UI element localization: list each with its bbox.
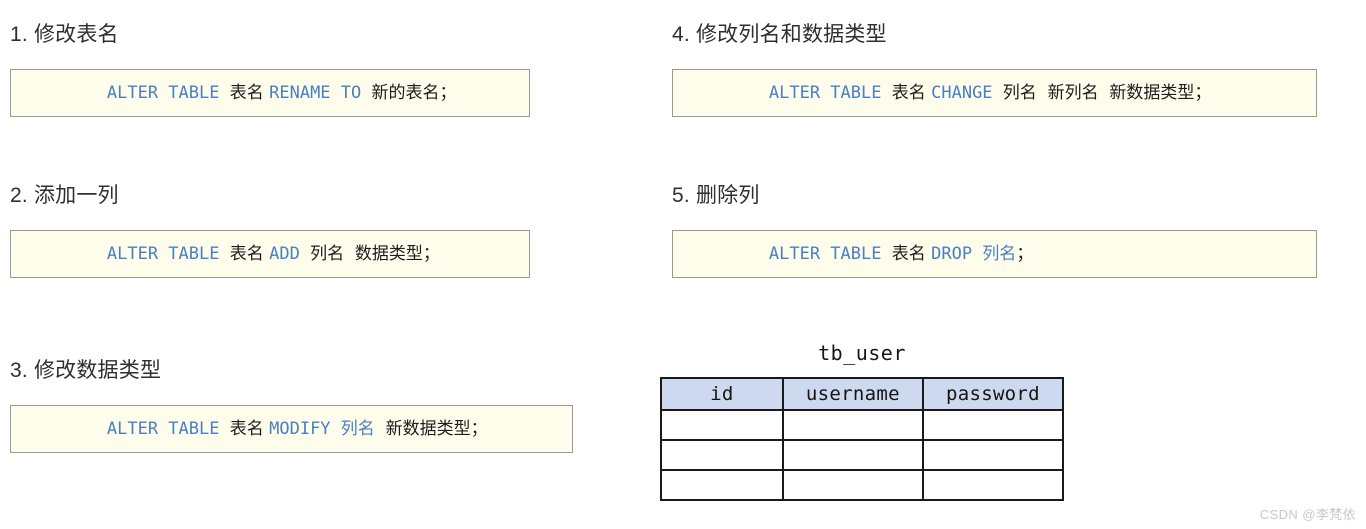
watermark-credit: CSDN @李梵依 — [1259, 507, 1356, 522]
section-add-column: 2. 添加一列 ALTER TABLE 表名 ADD 列名 数据类型； — [10, 183, 530, 278]
table-row — [660, 409, 1065, 441]
section-rename-table: 1. 修改表名 ALTER TABLE 表名 RENAME TO 新的表名； — [10, 22, 530, 117]
code-token-keyword: ALTER TABLE — [768, 244, 892, 264]
code-token-keyword: ALTER TABLE — [768, 83, 892, 103]
table-cell — [781, 469, 924, 501]
code-token-column-name: 列名 — [340, 419, 381, 439]
code-token-column-name: 列名 — [982, 244, 1017, 264]
table-figure-tb-user: tb_user id username password — [660, 341, 1065, 501]
table-cell — [921, 439, 1065, 471]
table-column-header-password: password — [921, 377, 1065, 411]
code-line: ALTER TABLE 表名 MODIFY 列名 新数据类型； — [25, 399, 488, 459]
section-drop-column: 5. 删除列 ALTER TABLE 表名 DROP 列名； — [672, 183, 1317, 278]
code-token-keyword: MODIFY — [269, 419, 341, 439]
table-cell — [781, 409, 924, 441]
table-cell — [660, 409, 784, 441]
code-token-keyword: ALTER TABLE — [106, 244, 230, 264]
section-title: 2. 添加一列 — [10, 184, 119, 207]
code-token-new-datatype: 新数据类型； — [380, 419, 488, 439]
code-token-column-datatype: 列名 数据类型； — [310, 244, 440, 264]
table-cell — [921, 469, 1065, 501]
table-cell — [781, 439, 924, 471]
code-token-table-name: 表名 — [891, 244, 932, 264]
code-token-new-table-name: 新的表名； — [371, 83, 457, 103]
table-cell — [921, 409, 1065, 441]
code-token-terminator: ； — [1016, 244, 1034, 264]
code-token-keyword: DROP — [931, 244, 983, 264]
section-title: 4. 修改列名和数据类型 — [672, 23, 887, 46]
table-cell — [660, 469, 784, 501]
table-row — [660, 439, 1065, 471]
code-token-keyword: ALTER TABLE — [106, 419, 230, 439]
code-block-change-column: ALTER TABLE 表名 CHANGE 列名 新列名 新数据类型； — [672, 69, 1317, 117]
code-token-column-new-datatype: 列名 新列名 新数据类型； — [1002, 83, 1212, 103]
section-title: 1. 修改表名 — [10, 23, 119, 46]
code-block-add-column: ALTER TABLE 表名 ADD 列名 数据类型； — [10, 230, 530, 278]
table-row — [660, 469, 1065, 501]
code-token-table-name: 表名 — [229, 83, 270, 103]
code-token-keyword: RENAME TO — [269, 83, 372, 103]
table-column-header-username: username — [781, 377, 924, 411]
code-token-table-name: 表名 — [229, 244, 270, 264]
section-title: 3. 修改数据类型 — [10, 359, 162, 382]
code-token-table-name: 表名 — [891, 83, 932, 103]
table-header-row: id username password — [660, 377, 1065, 411]
code-line: ALTER TABLE 表名 CHANGE 列名 新列名 新数据类型； — [687, 63, 1212, 123]
table-cell — [660, 439, 784, 471]
code-line: ALTER TABLE 表名 ADD 列名 数据类型； — [25, 224, 440, 284]
code-block-rename-table: ALTER TABLE 表名 RENAME TO 新的表名； — [10, 69, 530, 117]
table-caption: tb_user — [818, 341, 906, 365]
code-block-modify-datatype: ALTER TABLE 表名 MODIFY 列名 新数据类型； — [10, 405, 573, 453]
section-change-column: 4. 修改列名和数据类型 ALTER TABLE 表名 CHANGE 列名 新列… — [672, 22, 1317, 117]
section-title: 5. 删除列 — [672, 184, 760, 207]
code-token-keyword: ADD — [269, 244, 311, 264]
tb-user-table: id username password — [660, 377, 1065, 501]
code-line: ALTER TABLE 表名 RENAME TO 新的表名； — [25, 63, 457, 123]
code-token-table-name: 表名 — [229, 419, 270, 439]
code-token-keyword: ALTER TABLE — [106, 83, 230, 103]
section-modify-datatype: 3. 修改数据类型 ALTER TABLE 表名 MODIFY 列名 新数据类型… — [10, 358, 573, 453]
table-column-header-id: id — [660, 377, 784, 411]
code-token-keyword: CHANGE — [931, 83, 1003, 103]
slide-canvas: 1. 修改表名 ALTER TABLE 表名 RENAME TO 新的表名； 2… — [0, 0, 1366, 529]
code-line: ALTER TABLE 表名 DROP 列名； — [687, 224, 1033, 284]
code-block-drop-column: ALTER TABLE 表名 DROP 列名； — [672, 230, 1317, 278]
